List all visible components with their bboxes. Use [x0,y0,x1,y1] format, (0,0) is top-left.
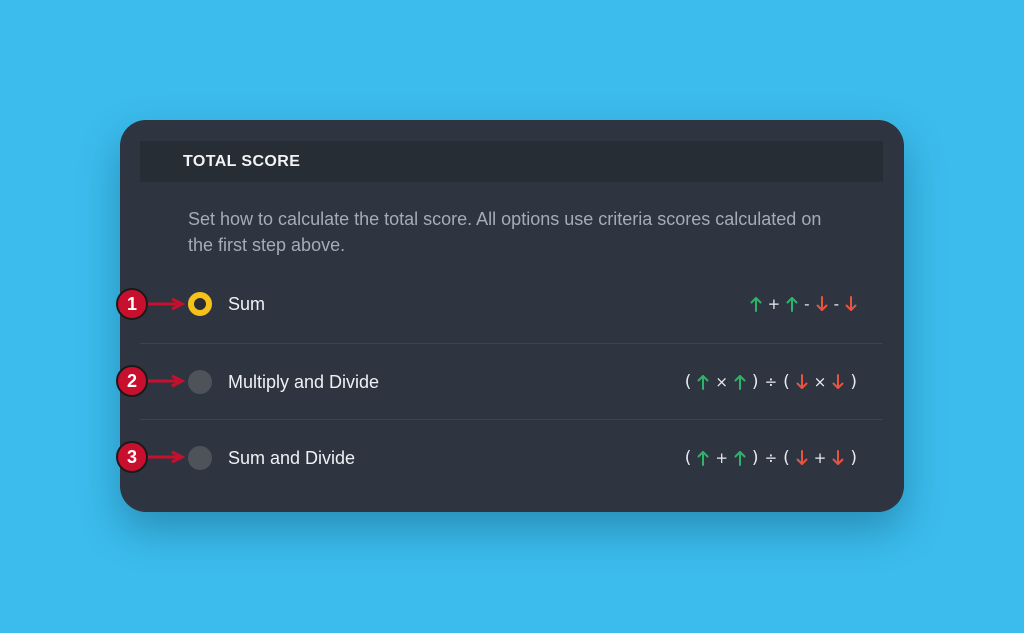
formula-paren: ) [850,448,857,468]
description-text: Set how to calculate the total score. Al… [188,209,822,255]
arrow-up-icon [786,297,798,312]
arrow-down-icon [796,450,808,465]
arrow-up-icon [734,375,746,390]
callout-arrow-2 [148,374,186,388]
radio-sum[interactable] [188,292,212,316]
arrow-down-icon [832,374,844,389]
formula-operator: - [804,295,810,313]
formula-paren: ) [850,372,857,392]
arrow-up-icon [697,451,709,466]
option-sum[interactable]: Sum + - - [140,266,883,342]
option-label-sum-and-divide[interactable]: Sum and Divide [228,446,355,470]
arrow-down-icon [832,450,844,465]
formula-operator: ÷ [764,373,778,391]
formula-paren: ) [751,448,759,468]
card-title: TOTAL SCORE [183,152,301,170]
arrow-up-icon [697,375,709,390]
callout-arrow-1 [148,297,186,311]
formula-sum: + - - [750,292,857,316]
callout-badge-2: 2 [116,365,148,397]
formula-operator: + [767,295,781,313]
formula-operator: × [715,373,728,391]
formula-operator: + [715,449,728,467]
formula-operator: - [833,295,839,313]
arrow-up-icon [750,297,762,312]
formula-paren: ) [751,372,759,392]
formula-sum-and-divide: ( +) ÷ ( +) [685,446,857,470]
total-score-card: TOTAL SCORE Set how to calculate the tot… [120,120,904,512]
arrow-down-icon [796,374,808,389]
option-label-sum[interactable]: Sum [228,292,265,316]
formula-paren: ( [684,372,692,392]
callout-badge-1: 1 [116,288,148,320]
option-label-multiply-and-divide[interactable]: Multiply and Divide [228,370,379,394]
formula-operator: + [813,449,827,467]
formula-paren: ( [783,448,790,468]
formula-paren: ( [783,372,790,392]
radio-sum-and-divide[interactable] [188,446,212,470]
arrow-up-icon [734,451,746,466]
option-sum-and-divide[interactable]: Sum and Divide ( +) ÷ ( +) [140,419,883,496]
formula-operator: × [813,373,827,391]
callout-arrow-3 [148,450,186,464]
formula-multiply-and-divide: ( ×) ÷ ( ×) [685,370,857,394]
option-multiply-and-divide[interactable]: Multiply and Divide ( ×) ÷ ( ×) [140,343,883,420]
callout-badge-3: 3 [116,441,148,473]
formula-paren: ( [684,448,692,468]
arrow-down-icon [816,296,828,311]
card-header: TOTAL SCORE [140,141,883,182]
formula-operator: ÷ [764,449,778,467]
arrow-down-icon [845,296,857,311]
radio-multiply-and-divide[interactable] [188,370,212,394]
